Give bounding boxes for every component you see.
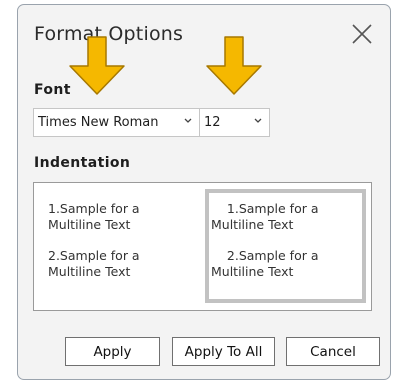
font-size-select[interactable]: 12: [199, 108, 270, 137]
font-size-value: 12: [204, 115, 221, 130]
indent-option-none[interactable]: 1.Sample for a Multiline Text 2.Sample f…: [38, 189, 198, 303]
apply-button[interactable]: Apply: [65, 337, 160, 366]
indent-right-item-1: 1.Sample for a Multiline Text: [211, 201, 319, 232]
arrow-down-icon: [69, 36, 125, 95]
apply-to-all-button[interactable]: Apply To All: [172, 337, 275, 366]
indent-left-item-1: 1.Sample for a Multiline Text: [48, 201, 140, 232]
close-icon[interactable]: [350, 22, 374, 46]
indent-right-item-2: 2.Sample for a Multiline Text: [211, 248, 319, 279]
indent-option-first-line[interactable]: 1.Sample for a Multiline Text 2.Sample f…: [205, 189, 366, 303]
indentation-section-label: Indentation: [34, 155, 131, 171]
indentation-preview: 1.Sample for a Multiline Text 2.Sample f…: [33, 182, 372, 311]
arrow-down-icon: [206, 36, 262, 95]
font-section-label: Font: [34, 82, 71, 98]
cancel-button[interactable]: Cancel: [286, 337, 380, 366]
font-family-select[interactable]: Times New Roman: [33, 108, 200, 137]
font-family-value: Times New Roman: [38, 115, 159, 130]
chevron-down-icon: [184, 118, 192, 123]
chevron-down-icon: [254, 118, 262, 123]
indent-left-item-2: 2.Sample for a Multiline Text: [48, 248, 140, 279]
